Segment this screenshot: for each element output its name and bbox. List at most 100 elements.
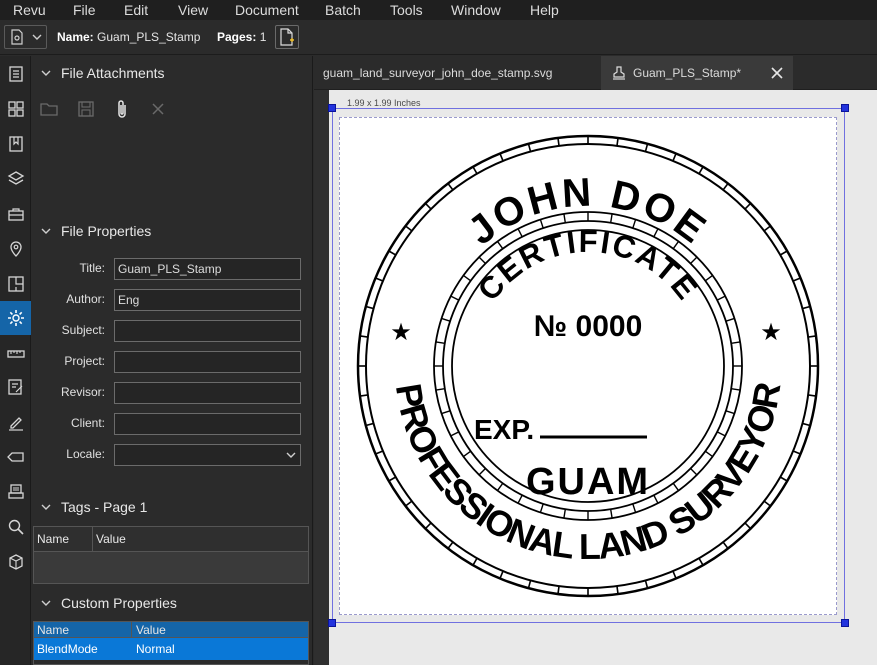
- cube-icon: [8, 554, 23, 570]
- toolbox-icon: [7, 208, 24, 221]
- tab-label: Guam_PLS_Stamp*: [633, 66, 742, 80]
- menu-view[interactable]: View: [178, 2, 208, 18]
- menu-edit[interactable]: Edit: [124, 2, 148, 18]
- rail-toolchest-button[interactable]: [0, 198, 31, 230]
- rail-places-button[interactable]: [0, 233, 31, 265]
- stamp-tick: [435, 387, 445, 391]
- rail-bookmarks-button[interactable]: [0, 128, 31, 160]
- stamp-tick: [359, 394, 369, 397]
- tags-title: Tags - Page 1: [61, 499, 148, 515]
- stamp-tick: [616, 137, 619, 147]
- stamp-tick: [802, 422, 811, 427]
- tab-guam-pls-stamp[interactable]: Guam_PLS_Stamp*: [601, 56, 793, 90]
- stamp-tick: [616, 585, 619, 595]
- stamp-tick: [722, 541, 729, 549]
- stamp-tick: [441, 410, 451, 415]
- title-field[interactable]: [114, 258, 301, 280]
- rail-3d-button[interactable]: [0, 546, 31, 578]
- stamp-tick: [424, 202, 432, 210]
- rail-grid-button[interactable]: [0, 93, 31, 125]
- add-page-button[interactable]: [275, 25, 299, 49]
- stamp-tick: [388, 250, 397, 256]
- chevron-down-icon: [41, 504, 51, 510]
- revisor-field[interactable]: [114, 382, 301, 404]
- document-list-icon: [8, 66, 23, 82]
- project-field[interactable]: [114, 351, 301, 373]
- save-attachment-button[interactable]: [75, 98, 97, 120]
- rail-signatures-button[interactable]: [0, 406, 31, 438]
- stamp-tick: [731, 387, 741, 391]
- page-count: Pages: 1: [217, 30, 266, 44]
- document-canvas[interactable]: 1.99 x 1.99 Inches JOHN DOE PROFESSIONAL…: [314, 90, 877, 665]
- stamp-tick: [716, 431, 726, 437]
- rail-search-button[interactable]: [0, 511, 31, 543]
- menu-window[interactable]: Window: [451, 2, 501, 18]
- chevron-down-icon: [41, 228, 51, 234]
- table-row[interactable]: BlendMode Normal: [34, 638, 308, 660]
- file-attachments-header[interactable]: File Attachments: [31, 62, 313, 84]
- tags-header[interactable]: Tags - Page 1: [31, 496, 313, 518]
- file-properties-header[interactable]: File Properties: [31, 220, 313, 242]
- author-field[interactable]: [114, 289, 301, 311]
- gear-icon: [7, 310, 24, 326]
- stamp-tick: [435, 341, 445, 345]
- stamp-tick: [557, 137, 560, 147]
- custom-row-value[interactable]: Normal: [132, 638, 308, 660]
- resize-handle-top-left[interactable]: [328, 104, 336, 112]
- rail-properties-button[interactable]: [0, 301, 31, 335]
- rail-spaces-button[interactable]: [0, 268, 31, 300]
- stamp-tick: [450, 431, 460, 437]
- stamp-tick: [462, 450, 472, 458]
- locale-select[interactable]: [114, 444, 301, 466]
- menu-tools[interactable]: Tools: [390, 2, 423, 18]
- layers-icon: [7, 171, 24, 185]
- custom-column-value[interactable]: Value: [132, 622, 308, 637]
- chevron-down-icon: [41, 70, 51, 76]
- stamp-exp-label: EXP.: [474, 414, 534, 445]
- document-menu-dropdown[interactable]: [4, 25, 47, 49]
- stamp-star-right: ★: [760, 318, 782, 346]
- stamp-tick: [539, 503, 544, 513]
- menu-document[interactable]: Document: [235, 2, 299, 18]
- file-attachments-title: File Attachments: [61, 65, 165, 81]
- tab-svg-document[interactable]: guam_land_surveyor_john_doe_stamp.svg: [314, 56, 600, 90]
- add-attachment-button[interactable]: [111, 98, 133, 120]
- rail-tags-button[interactable]: [0, 441, 31, 473]
- menu-batch[interactable]: Batch: [325, 2, 361, 18]
- rail-layers-button[interactable]: [0, 163, 31, 195]
- custom-column-name[interactable]: Name: [34, 622, 132, 637]
- subject-field[interactable]: [114, 320, 301, 342]
- resize-handle-bottom-left[interactable]: [328, 619, 336, 627]
- client-field[interactable]: [114, 413, 301, 435]
- stamp-tick: [375, 277, 384, 282]
- pages-value: 1: [259, 30, 267, 44]
- stamp-tick: [447, 541, 454, 549]
- map-pin-icon: [9, 241, 22, 257]
- search-icon: [8, 519, 24, 535]
- tags-column-value[interactable]: Value: [93, 527, 308, 551]
- stamp-tick: [792, 450, 801, 455]
- tags-column-name[interactable]: Name: [34, 527, 93, 551]
- rail-thumbnails-button[interactable]: [0, 58, 31, 90]
- stamp-tick: [725, 317, 735, 322]
- rail-studio-button[interactable]: [0, 476, 31, 508]
- resize-handle-top-right[interactable]: [841, 104, 849, 112]
- open-attachment-button[interactable]: [38, 98, 60, 120]
- author-label: Author:: [66, 292, 105, 306]
- menu-file[interactable]: File: [73, 2, 96, 18]
- stamp-tick: [517, 494, 523, 504]
- paperclip-icon: [118, 100, 126, 118]
- rail-measurements-button[interactable]: [0, 338, 31, 370]
- stamp-tick: [478, 256, 486, 264]
- stamp-tick: [447, 183, 454, 191]
- close-icon[interactable]: [771, 67, 783, 79]
- menu-revu[interactable]: Revu: [13, 2, 46, 18]
- rail-markups-button[interactable]: [0, 371, 31, 403]
- menu-help[interactable]: Help: [530, 2, 559, 18]
- name-value: Guam_PLS_Stamp: [97, 30, 201, 44]
- delete-attachment-button[interactable]: [147, 98, 169, 120]
- custom-properties-header[interactable]: Custom Properties: [31, 592, 313, 614]
- stamp-tick: [653, 494, 659, 504]
- resize-handle-bottom-right[interactable]: [841, 619, 849, 627]
- stamp-star-left: ★: [390, 318, 412, 346]
